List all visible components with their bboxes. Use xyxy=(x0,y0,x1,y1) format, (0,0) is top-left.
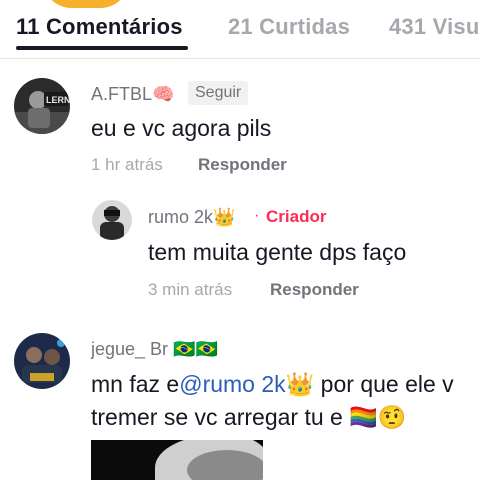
comments-tab-bar: 11 Comentários 21 Curtidas 431 Visu xyxy=(0,12,480,48)
comment-text-line2: tremer se vc arregar tu e 🏳️‍🌈🤨 xyxy=(91,404,407,430)
attached-media-thumbnail[interactable] xyxy=(91,440,263,480)
comment-text-part: por que ele v xyxy=(314,371,454,397)
tab-views[interactable]: 431 Visu xyxy=(389,14,479,40)
creator-badge: Criador xyxy=(266,207,327,226)
avatar[interactable] xyxy=(92,200,132,240)
separator-dot: · xyxy=(254,207,260,224)
mention-link[interactable]: @rumo 2k👑 xyxy=(179,371,314,397)
divider xyxy=(0,58,480,59)
comment-username[interactable]: A.FTBL🧠 xyxy=(91,84,174,105)
comment-timestamp: 1 hr atrás xyxy=(91,155,163,174)
reply-text: tem muita gente dps faço xyxy=(148,239,407,265)
reply-timestamp: 3 min atrás xyxy=(148,280,233,299)
reply-button[interactable]: Responder xyxy=(270,280,359,300)
avatar[interactable] xyxy=(14,333,70,389)
comment-username[interactable]: jegue_ Br 🇧🇷🇧🇷 xyxy=(91,339,218,360)
tab-comments[interactable]: 11 Comentários xyxy=(16,14,183,40)
active-tab-indicator xyxy=(16,46,188,50)
reply-button[interactable]: Responder xyxy=(198,155,287,175)
comment-text-part: mn faz e xyxy=(91,371,180,397)
comment-text: eu e vc agora pils xyxy=(91,115,272,141)
svg-text:LERN: LERN xyxy=(46,95,70,105)
comment-text: mn faz e@rumo 2k👑 por que ele v xyxy=(91,371,454,398)
reply-username[interactable]: rumo 2k👑 xyxy=(148,207,235,228)
follow-button[interactable]: Seguir xyxy=(188,81,249,105)
avatar[interactable]: LERN xyxy=(14,78,70,134)
video-preview-edge xyxy=(42,0,130,8)
tab-likes[interactable]: 21 Curtidas xyxy=(228,14,350,40)
